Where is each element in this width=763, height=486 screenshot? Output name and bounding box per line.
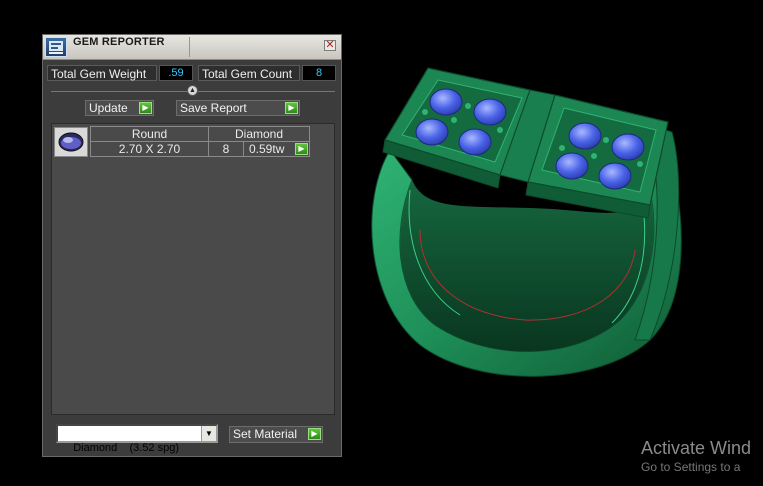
gem-size-cell: 2.70 X 2.70 (90, 141, 209, 157)
model-viewport[interactable] (350, 40, 763, 440)
activation-watermark-sub: Go to Settings to a (641, 460, 741, 474)
gem-weight-label: 0.59tw (249, 142, 285, 156)
chevron-down-icon[interactable]: ▼ (201, 426, 216, 441)
round-gem-icon (54, 127, 88, 157)
gem-shape-cell: Round (90, 126, 209, 142)
title-separator (189, 37, 190, 57)
total-gem-count-value: 8 (302, 65, 336, 81)
collapse-up-icon[interactable]: ▲ (187, 85, 198, 96)
play-arrow-icon: ▶ (285, 102, 298, 114)
save-report-button[interactable]: Save Report ▶ (176, 100, 300, 116)
gem-material-cell: Diamond (208, 126, 310, 142)
material-select[interactable]: Diamond (3.52 spg) ▼ (56, 424, 218, 454)
gem-reporter-app-icon (45, 37, 67, 57)
panel-title: GEM REPORTER (73, 36, 165, 48)
close-button[interactable]: ✕ (324, 40, 336, 51)
ring-model (371, 67, 682, 377)
set-material-button-label: Set Material (233, 427, 298, 441)
play-arrow-icon: ▶ (295, 143, 308, 155)
save-report-button-label: Save Report (180, 101, 247, 115)
total-gem-weight-label: Total Gem Weight (47, 65, 157, 81)
play-arrow-icon: ▶ (139, 102, 152, 114)
gem-list: Round Diamond 2.70 X 2.70 8 0.59tw ▶ (51, 123, 335, 415)
title-bar[interactable]: GEM REPORTER ✕ (43, 35, 341, 60)
gem-reporter-panel: GEM REPORTER ✕ Total Gem Weight .59 Tota… (42, 34, 342, 457)
set-material-button[interactable]: Set Material ▶ (229, 426, 323, 443)
play-arrow-icon: ▶ (308, 428, 321, 440)
update-button-label: Update (89, 101, 128, 115)
gem-weight-cell[interactable]: 0.59tw ▶ (243, 141, 310, 157)
gem-count-cell: 8 (208, 141, 244, 157)
total-gem-count-label: Total Gem Count (198, 65, 300, 81)
total-gem-weight-value: .59 (159, 65, 193, 81)
activation-watermark: Activate Wind (641, 438, 752, 458)
material-select-value: Diamond (3.52 spg) (73, 442, 180, 454)
update-button[interactable]: Update ▶ (85, 100, 154, 116)
